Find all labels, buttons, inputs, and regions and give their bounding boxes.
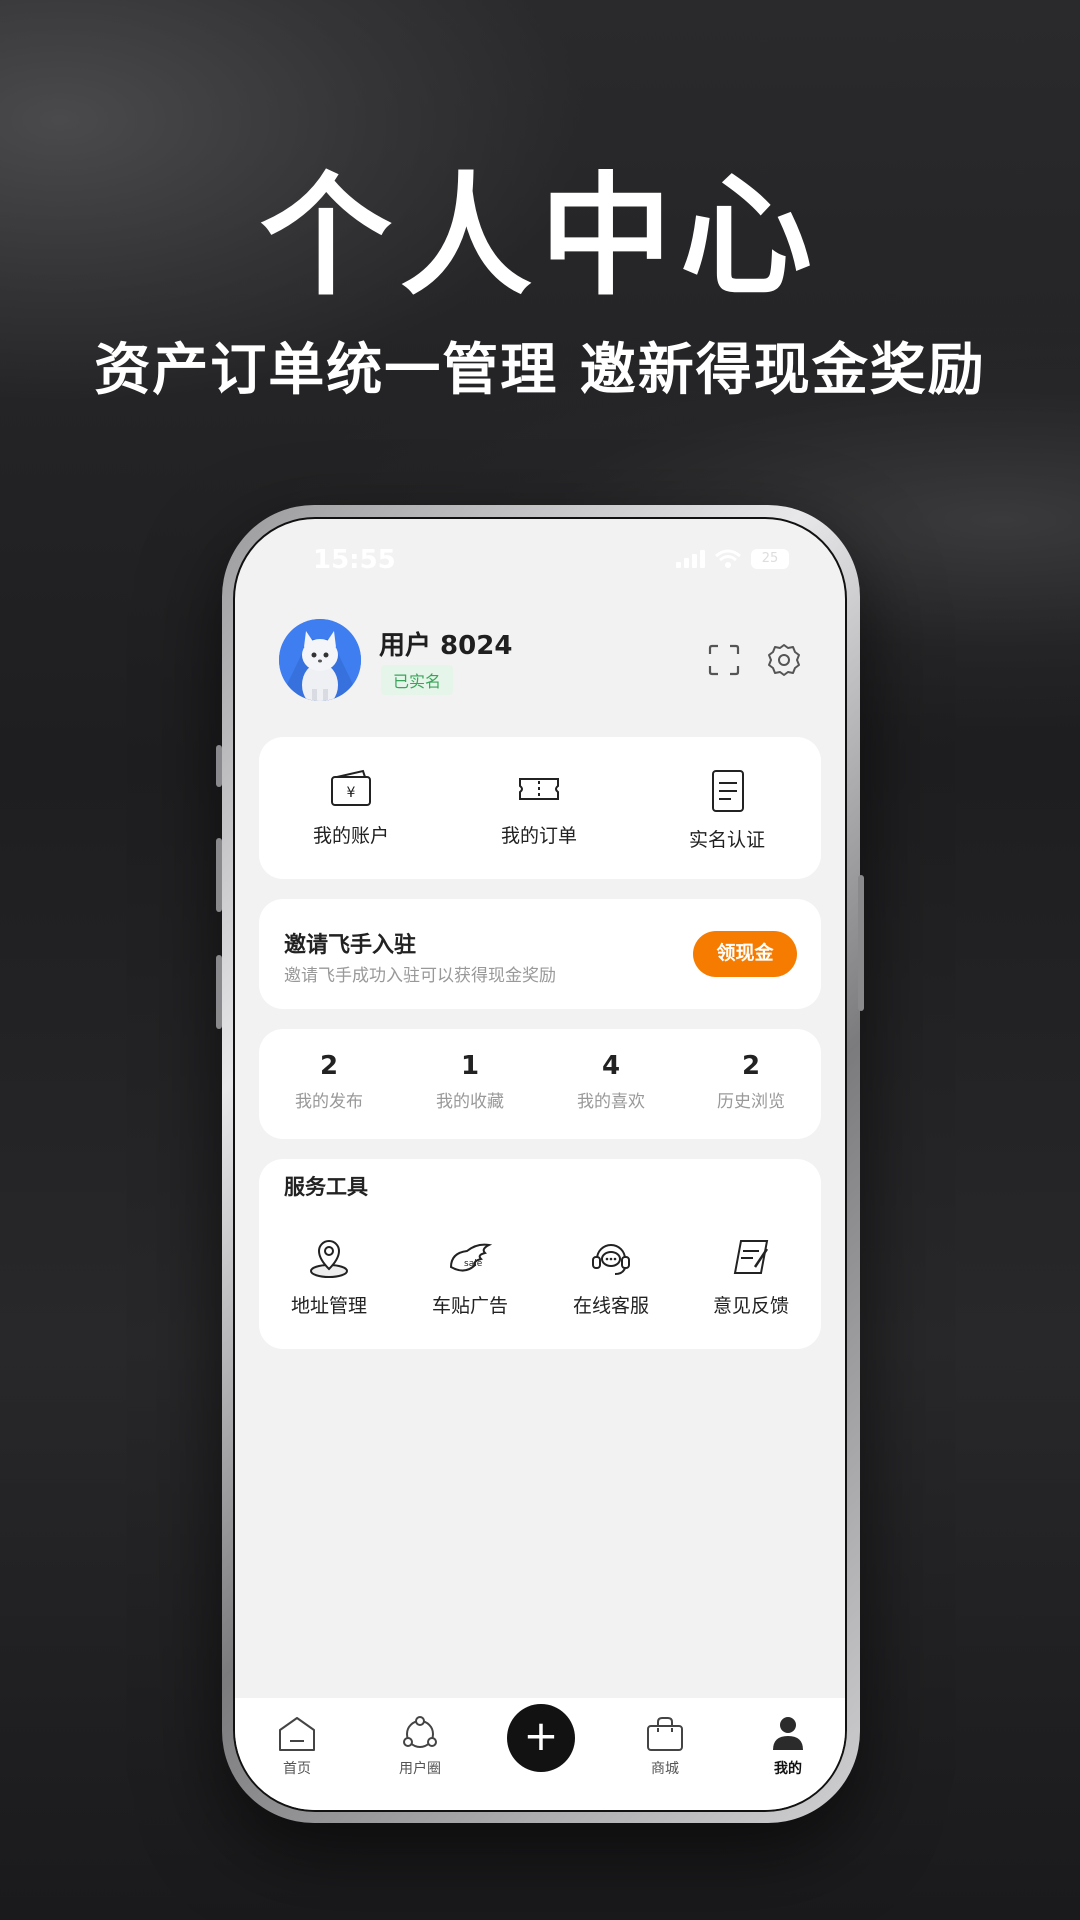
quick-action-label: 实名认证	[688, 829, 765, 851]
sale-tag-icon: sale	[449, 1243, 493, 1272]
svg-text:sale: sale	[464, 1259, 483, 1269]
stat-my-likes[interactable]: 4 我的喜欢	[541, 1051, 681, 1112]
service-feedback[interactable]: 意见反馈	[681, 1237, 821, 1318]
community-icon	[403, 1716, 437, 1748]
create-post-plus-button[interactable]: +	[507, 1704, 575, 1772]
volume-up-button	[216, 838, 222, 912]
feedback-icon	[733, 1240, 769, 1274]
user-icon	[773, 1717, 803, 1750]
tab-me[interactable]: 我的	[738, 1714, 838, 1778]
avatar[interactable]	[279, 619, 361, 701]
stat-value: 2	[741, 1051, 761, 1081]
location-pin-icon	[310, 1240, 348, 1278]
stat-value: 1	[460, 1051, 480, 1081]
ticket-icon	[519, 778, 559, 800]
settings-gear-icon[interactable]	[767, 643, 801, 677]
tab-shop[interactable]: 商城	[615, 1714, 715, 1778]
tab-label: 用户圈	[399, 1761, 441, 1777]
tab-label: 我的	[774, 1761, 802, 1777]
service-label: 地址管理	[290, 1295, 367, 1317]
verified-badge: 已实名	[381, 665, 454, 695]
document-icon	[712, 770, 744, 812]
subheadline: 资产订单统一管理 邀新得现金奖励	[94, 338, 986, 403]
tab-bar: 首页 用户圈 + 商城 我的	[235, 1698, 845, 1810]
services-card: 服务工具 地址管理 sale 车贴广告 在线客服 意见反馈	[259, 1159, 821, 1349]
volume-down-button	[216, 955, 222, 1029]
headset-icon	[592, 1244, 630, 1275]
service-online-support[interactable]: 在线客服	[541, 1237, 681, 1318]
home-icon	[279, 1717, 315, 1751]
wallet-icon: ¥	[331, 769, 371, 806]
stat-label: 历史浏览	[717, 1092, 785, 1112]
quick-action-label: 我的账户	[312, 825, 389, 847]
tab-community[interactable]: 用户圈	[370, 1714, 470, 1778]
shop-bag-icon	[647, 1717, 683, 1751]
stat-my-favorites[interactable]: 1 我的收藏	[400, 1051, 540, 1112]
cellular-signal-icon	[676, 550, 705, 568]
invite-description: 邀请飞手成功入驻可以获得现金奖励	[284, 966, 556, 986]
service-label: 在线客服	[572, 1295, 649, 1317]
quick-action-my-orders[interactable]: 我的订单	[449, 769, 629, 848]
phone-screen: 15:55 25 用户 8024 已实名 ¥ 我的账户 我的订单 实名认证 邀请…	[233, 517, 847, 1812]
service-label: 车贴广告	[431, 1295, 508, 1317]
status-bar: 15:55 25	[235, 537, 845, 577]
stats-card: 2 我的发布 1 我的收藏 4 我的喜欢 2 历史浏览	[259, 1029, 821, 1139]
status-time: 15:55	[313, 545, 396, 575]
tab-label: 商城	[651, 1761, 679, 1777]
scan-icon[interactable]	[707, 643, 741, 677]
battery-icon: 25	[751, 549, 789, 569]
mute-switch	[216, 745, 222, 787]
stat-value: 2	[319, 1051, 339, 1081]
power-button	[858, 875, 864, 1011]
cat-avatar-icon	[279, 619, 361, 701]
stat-label: 我的发布	[295, 1092, 363, 1112]
services-title: 服务工具	[284, 1175, 368, 1199]
quick-actions-card: ¥ 我的账户 我的订单 实名认证	[259, 737, 821, 879]
svg-text:¥: ¥	[347, 785, 356, 801]
service-car-sticker-ads[interactable]: sale 车贴广告	[400, 1237, 540, 1318]
quick-action-label: 我的订单	[500, 825, 577, 847]
stat-my-posts[interactable]: 2 我的发布	[259, 1051, 399, 1112]
stat-label: 我的收藏	[436, 1092, 504, 1112]
claim-cash-button[interactable]: 领现金	[693, 931, 797, 977]
quick-action-real-name-auth[interactable]: 实名认证	[637, 769, 817, 852]
tab-home[interactable]: 首页	[247, 1714, 347, 1778]
invite-card[interactable]: 邀请飞手入驻 邀请飞手成功入驻可以获得现金奖励 领现金	[259, 899, 821, 1009]
username: 用户 8024	[379, 631, 513, 661]
profile-header: 用户 8024 已实名	[279, 619, 819, 705]
headline: 个人中心	[260, 160, 820, 314]
tab-label: 首页	[283, 1761, 311, 1777]
wifi-icon	[715, 549, 741, 568]
stat-value: 4	[601, 1051, 621, 1081]
service-label: 意见反馈	[712, 1295, 789, 1317]
status-icons: 25	[676, 549, 789, 569]
service-address-management[interactable]: 地址管理	[259, 1237, 399, 1318]
quick-action-my-account[interactable]: ¥ 我的账户	[261, 769, 441, 848]
invite-title: 邀请飞手入驻	[284, 933, 417, 958]
stat-label: 我的喜欢	[577, 1092, 645, 1112]
stat-history[interactable]: 2 历史浏览	[681, 1051, 821, 1112]
